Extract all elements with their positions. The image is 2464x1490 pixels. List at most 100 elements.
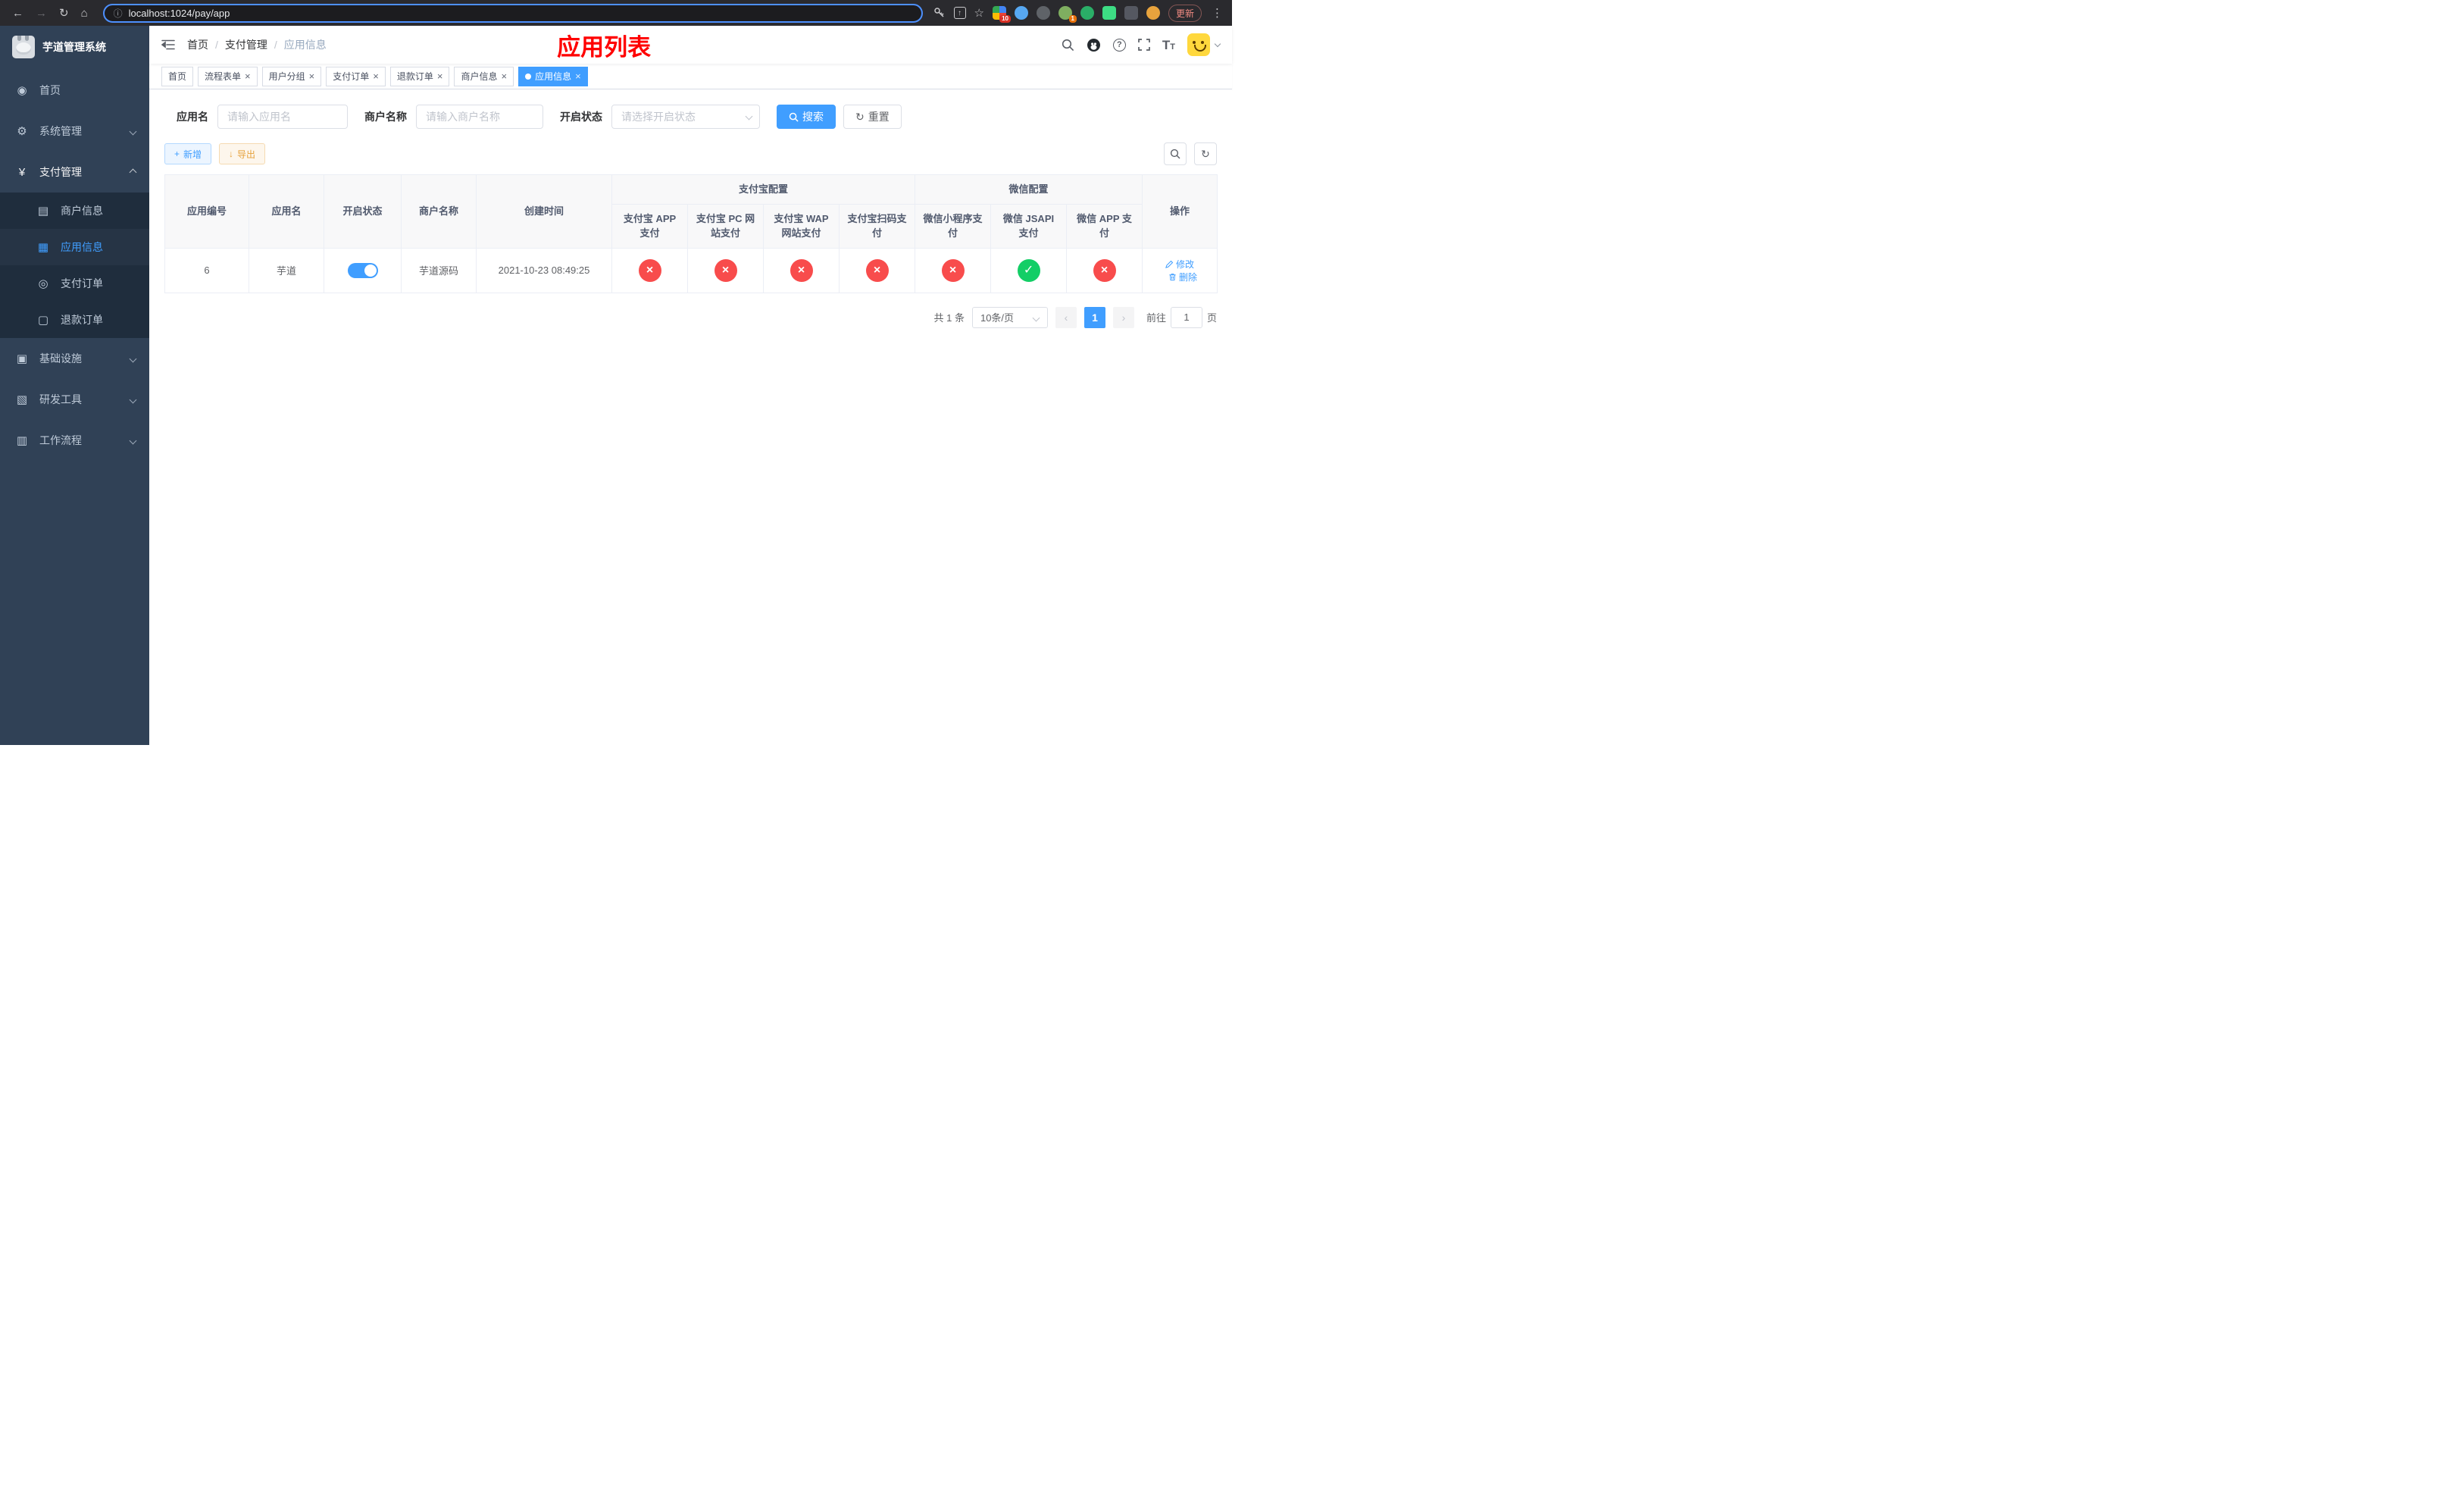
address-bar[interactable]: ⓘ localhost:1024/pay/app	[102, 3, 923, 23]
close-icon[interactable]: ×	[501, 71, 507, 81]
top-navbar: 首页 支付管理 应用信息 应用列表 ? TT	[149, 26, 1232, 64]
col-enabled: 开启状态	[324, 174, 402, 249]
home-icon[interactable]: ⌂	[81, 8, 88, 19]
col-app-id: 应用编号	[164, 174, 249, 249]
profile-avatar-icon[interactable]	[1146, 6, 1160, 20]
extension-icon-2[interactable]	[1014, 6, 1028, 20]
document-icon: ▢	[37, 314, 49, 327]
extensions-puzzle-icon[interactable]	[1124, 6, 1138, 20]
col-group-wechat: 微信配置	[915, 174, 1143, 205]
browser-menu-icon[interactable]: ⋮	[1210, 6, 1224, 20]
browser-chrome: ← → ↻ ⌂ ⓘ localhost:1024/pay/app ↑ ☆ 10 …	[0, 0, 1232, 26]
close-icon[interactable]: ×	[575, 71, 581, 81]
sidebar-item-infra[interactable]: ▣ 基础设施	[0, 338, 149, 379]
sidebar-item-refund-order[interactable]: ▢ 退款订单	[0, 302, 149, 338]
tab-refund-order[interactable]: 退款订单 ×	[389, 66, 450, 86]
chevron-up-icon	[129, 168, 137, 176]
extension-icon-6[interactable]	[1102, 6, 1116, 20]
breadcrumb-separator	[215, 39, 218, 51]
sidebar-logo[interactable]: 芋道管理系统	[0, 26, 149, 68]
extension-badge: 10	[999, 15, 1011, 23]
status-icon: ×	[941, 258, 965, 282]
cell-alipay-qr: ×	[838, 247, 916, 293]
prev-page-button[interactable]: ‹	[1055, 306, 1077, 328]
reset-button[interactable]: ↻ 重置	[843, 105, 902, 129]
status-select-input[interactable]	[611, 105, 760, 129]
sidebar-item-merchant-info[interactable]: ▤ 商户信息	[0, 193, 149, 229]
app-name-input[interactable]	[217, 105, 348, 129]
toolbox-icon: ▧	[16, 393, 28, 406]
enabled-toggle[interactable]	[347, 262, 378, 278]
plus-icon: +	[174, 149, 180, 159]
hamburger-icon[interactable]	[161, 39, 175, 51]
close-icon[interactable]: ×	[437, 71, 443, 81]
tab-app-info[interactable]: 应用信息 ×	[518, 66, 588, 86]
chevron-down-icon	[1214, 40, 1221, 47]
tab-process-form[interactable]: 流程表单 ×	[198, 66, 258, 86]
pagination: 共 1 条 10条/页 ‹ 1 › 前往 页	[164, 306, 1217, 328]
col-merchant: 商户名称	[401, 174, 477, 249]
forward-icon[interactable]: →	[36, 8, 47, 19]
tab-user-group[interactable]: 用户分组 ×	[261, 66, 322, 86]
goto-page-input[interactable]	[1170, 306, 1202, 328]
close-icon[interactable]: ×	[245, 71, 251, 81]
sidebar-item-home[interactable]: ◉ 首页	[0, 70, 149, 111]
page-content: 应用名 商户名称 开启状态 搜索	[149, 89, 1232, 745]
chevron-down-icon	[129, 437, 137, 444]
goto-page: 前往 页	[1146, 306, 1217, 328]
page-size-select[interactable]: 10条/页	[971, 306, 1048, 328]
navbar-actions: ? TT	[1062, 33, 1221, 56]
sidebar-item-payment[interactable]: ¥ 支付管理	[0, 152, 149, 193]
breadcrumb: 首页 支付管理 应用信息	[187, 37, 327, 52]
search-button[interactable]: 搜索	[777, 105, 836, 129]
breadcrumb-home[interactable]: 首页	[187, 37, 208, 52]
user-avatar-menu[interactable]	[1187, 33, 1221, 56]
page-info-icon[interactable]: ⓘ	[114, 7, 123, 20]
refresh-table-button[interactable]: ↻	[1194, 142, 1217, 165]
page-1-button[interactable]: 1	[1083, 306, 1105, 328]
tab-pay-order[interactable]: 支付订单 ×	[326, 66, 386, 86]
browser-update-button[interactable]: 更新	[1168, 4, 1202, 22]
next-page-button[interactable]: ›	[1112, 306, 1134, 328]
sidebar-item-pay-order[interactable]: ◎ 支付订单	[0, 265, 149, 302]
fullscreen-icon[interactable]	[1138, 39, 1150, 51]
close-icon[interactable]: ×	[309, 71, 315, 81]
sidebar-item-workflow[interactable]: ▥ 工作流程	[0, 420, 149, 461]
add-button[interactable]: + 新增	[164, 143, 212, 164]
close-icon[interactable]: ×	[373, 71, 379, 81]
extension-icon-3[interactable]	[1036, 6, 1050, 20]
delete-link[interactable]: 删除	[1168, 271, 1197, 283]
extension-icon-1[interactable]: 10	[992, 6, 1011, 23]
col-actions: 操作	[1142, 174, 1218, 249]
status-icon: ×	[638, 258, 661, 282]
back-icon[interactable]: ←	[12, 8, 23, 19]
tab-home[interactable]: 首页	[161, 66, 194, 86]
cell-wechat-mini: ×	[915, 247, 992, 293]
sidebar-item-app-info[interactable]: ▦ 应用信息	[0, 229, 149, 265]
password-key-icon[interactable]	[933, 7, 946, 19]
reload-icon[interactable]: ↻	[59, 8, 69, 19]
font-size-icon[interactable]: TT	[1162, 39, 1175, 52]
cell-wechat-app: ×	[1066, 247, 1143, 293]
chevron-down-icon	[129, 396, 137, 403]
toggle-search-button[interactable]	[1164, 142, 1187, 165]
extension-icon-4[interactable]: 1	[1058, 6, 1077, 23]
share-icon[interactable]: ↑	[953, 7, 966, 19]
export-button[interactable]: ↓ 导出	[219, 143, 266, 164]
help-icon[interactable]: ?	[1112, 38, 1126, 52]
table-row: 6 芋道 芋道源码 2021-10-23 08:49:25 × × × × × …	[164, 247, 1218, 293]
status-select[interactable]	[611, 105, 760, 129]
github-icon[interactable]	[1087, 38, 1101, 52]
tags-view: 首页 流程表单 × 用户分组 × 支付订单 × 退款订单 × 商户信息 × 应用信息 ×	[149, 64, 1232, 89]
extension-icon-5[interactable]	[1080, 6, 1094, 20]
merchant-name-input[interactable]	[416, 105, 543, 129]
table-toolbar: + 新增 ↓ 导出 ↻	[164, 142, 1217, 165]
tab-merchant-info[interactable]: 商户信息 ×	[454, 66, 514, 86]
edit-link[interactable]: 修改	[1165, 258, 1194, 271]
sidebar-item-system[interactable]: ⚙ 系统管理	[0, 111, 149, 152]
breadcrumb-payment[interactable]: 支付管理	[225, 37, 267, 52]
sidebar-item-devtools[interactable]: ▧ 研发工具	[0, 379, 149, 420]
bookmark-star-icon[interactable]: ☆	[974, 6, 984, 20]
app-title: 芋道管理系统	[42, 41, 106, 53]
search-icon[interactable]	[1062, 39, 1074, 52]
